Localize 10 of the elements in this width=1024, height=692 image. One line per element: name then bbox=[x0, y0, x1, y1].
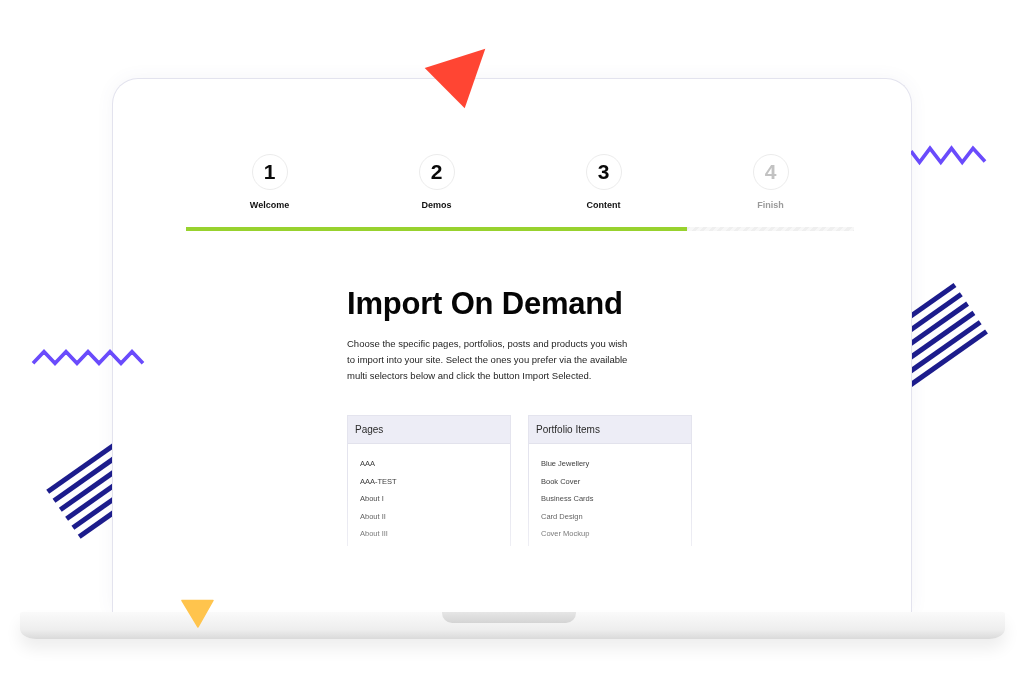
step-label: Content bbox=[586, 199, 621, 211]
intro-text: Choose the specific pages, portfolios, posts and products you wish to import into your site. Select the ones you prefer via the available multi selectors below and click the button Import Selected. bbox=[347, 337, 629, 383]
panel-header: Portfolio Items bbox=[529, 416, 691, 444]
step-label: Demos bbox=[421, 199, 452, 211]
page-heading: Import On Demand bbox=[347, 286, 623, 322]
step-label: Welcome bbox=[249, 199, 290, 211]
step-label: Finish bbox=[757, 199, 784, 211]
triangle-shape bbox=[424, 48, 486, 109]
triangle-shape bbox=[181, 599, 214, 628]
panel-header: Pages bbox=[348, 416, 510, 444]
